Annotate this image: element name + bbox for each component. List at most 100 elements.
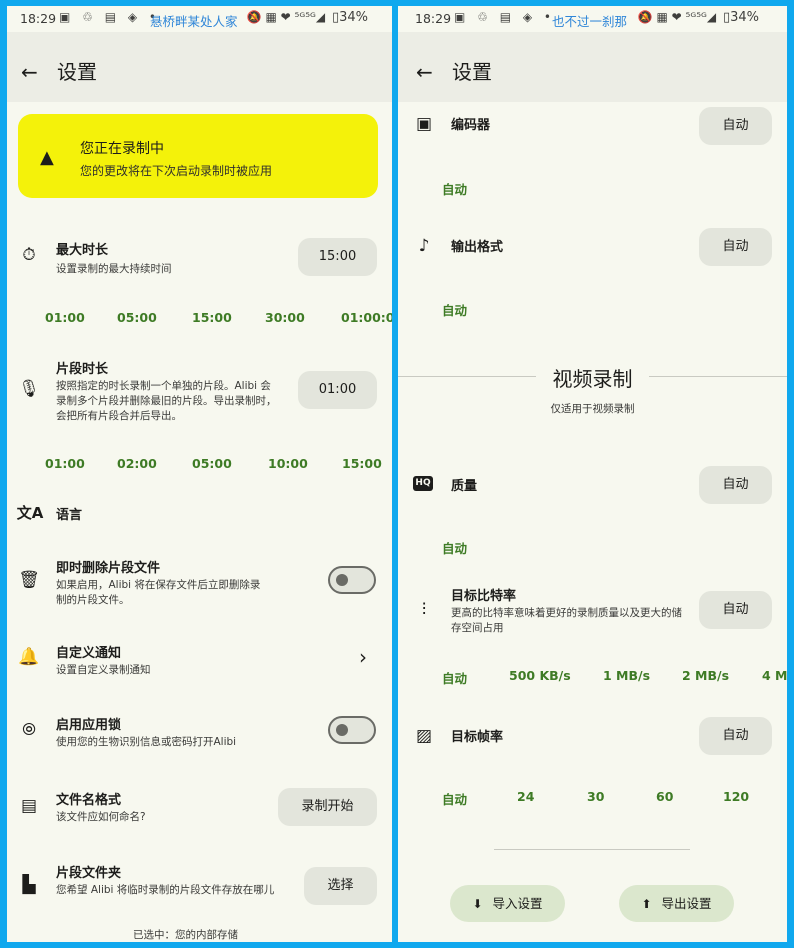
hq-icon: HQ xyxy=(413,476,433,491)
segment-duration-chip-4[interactable]: 10:00 xyxy=(268,456,308,471)
trash-icon: 🗑 xyxy=(18,570,40,590)
notification-icons: ▣ ♲ ▤ ◈ • xyxy=(59,10,160,24)
bell-icon: 🔔 xyxy=(18,647,40,667)
microphone-icon: 🎙 xyxy=(18,379,40,399)
filename-format-title: 文件名格式 xyxy=(56,793,122,808)
max-duration-chip-4[interactable]: 30:00 xyxy=(265,310,305,325)
chevron-right-icon: › xyxy=(359,645,367,669)
fps-chip-auto[interactable]: 自动 xyxy=(442,789,467,808)
segment-folder-desc: 您希望 Alibi 将临时录制的片段文件存放在哪儿 xyxy=(56,884,275,896)
banner-subtitle: 您的更改将在下次启动录制时被应用 xyxy=(80,164,273,178)
system-icons: 🔕 ▦ ❤ ⁵ᴳ⁵ᴳ◢ xyxy=(246,10,326,24)
download-icon: ⬇ xyxy=(472,897,483,911)
export-settings-button[interactable]: ⬆ 导出设置 xyxy=(619,885,734,922)
bitrate-chip-500kb[interactable]: 500 KB/s xyxy=(509,668,571,683)
stopwatch-icon: ⏱ xyxy=(22,245,36,265)
left-screen: 18:29 ▣ ♲ ▤ ◈ • 悬桥畔某处人家 🔕 ▦ ❤ ⁵ᴳ⁵ᴳ◢ ▯34%… xyxy=(7,6,392,942)
filename-format-button[interactable]: 录制开始 xyxy=(278,788,377,826)
status-ticker: 悬桥畔某处人家 xyxy=(150,14,238,29)
delete-segments-title: 即时删除片段文件 xyxy=(56,561,161,576)
output-format-chip-auto[interactable]: 自动 xyxy=(442,300,467,319)
fps-chip-30[interactable]: 30 xyxy=(587,789,604,804)
segment-duration-chip-5[interactable]: 15:00 xyxy=(342,456,382,471)
app-bar: ← 设置 xyxy=(398,32,787,102)
encoder-chip-auto[interactable]: 自动 xyxy=(442,179,467,198)
status-bar: 18:29 ▣ ♲ ▤ ◈ • 悬桥畔某处人家 🔕 ▦ ❤ ⁵ᴳ⁵ᴳ◢ ▯34% xyxy=(7,6,392,32)
fingerprint-icon: ⦾ xyxy=(22,720,36,740)
quality-button[interactable]: 自动 xyxy=(699,466,772,504)
right-screen: 18:29 ▣ ♲ ▤ ◈ • 也不过一刹那 🔕 ▦ ❤ ⁵ᴳ⁵ᴳ◢ ▯34% … xyxy=(398,6,787,942)
delete-segments-desc: 如果启用，Alibi 将在保存文件后立即删除录制的片段文件。 xyxy=(56,579,261,606)
upload-icon: ⬆ xyxy=(641,897,652,911)
sliders-icon: ⫶ xyxy=(421,600,427,620)
delete-segments-toggle[interactable] xyxy=(328,566,376,594)
import-settings-button[interactable]: ⬇ 导入设置 xyxy=(450,885,565,922)
fps-chip-120[interactable]: 120 xyxy=(723,789,749,804)
custom-notification-desc: 设置自定义录制通知 xyxy=(56,664,151,676)
target-bitrate-button[interactable]: 自动 xyxy=(699,591,772,629)
system-status-icons: 🔕 ▦ ❤ ⁵ᴳ⁵ᴳ◢ ▯34% xyxy=(638,10,759,25)
bottom-divider xyxy=(494,849,690,850)
export-settings-label: 导出设置 xyxy=(661,896,712,911)
back-arrow-icon[interactable]: ← xyxy=(21,62,38,82)
bitrate-chip-4mb[interactable]: 4 M xyxy=(762,668,787,683)
status-time: 18:29 xyxy=(20,11,57,26)
app-bar: ← 设置 xyxy=(7,32,392,102)
battery-indicator: ▯34% xyxy=(331,10,368,25)
toggle-knob xyxy=(336,574,348,586)
file-icon: ▙ xyxy=(22,875,36,895)
quality-title: 质量 xyxy=(451,479,478,494)
filename-format-desc: 该文件应如何命名? xyxy=(56,811,146,823)
max-duration-button[interactable]: 15:00 xyxy=(298,238,377,276)
segment-folder-button[interactable]: 选择 xyxy=(304,867,377,905)
document-icon: ▤ xyxy=(20,796,38,816)
segment-duration-desc: 按照指定的时长录制一个单独的片段。Alibi 会录制多个片段并删除最旧的片段。导… xyxy=(56,380,277,422)
back-arrow-icon[interactable]: ← xyxy=(416,62,433,82)
language-title: 语言 xyxy=(56,508,83,523)
status-bar: 18:29 ▣ ♲ ▤ ◈ • 也不过一刹那 🔕 ▦ ❤ ⁵ᴳ⁵ᴳ◢ ▯34% xyxy=(398,6,787,32)
fps-chip-24[interactable]: 24 xyxy=(517,789,534,804)
settings-list[interactable]: ▲ 您正在录制中 您的更改将在下次启动录制时被应用 ⏱ 最大时长 设置录制的最大… xyxy=(7,102,392,942)
encoder-button[interactable]: 自动 xyxy=(699,107,772,145)
system-status-icons: 🔕 ▦ ❤ ⁵ᴳ⁵ᴳ◢ ▯34% xyxy=(247,10,368,25)
output-format-button[interactable]: 自动 xyxy=(699,228,772,266)
max-duration-chip-5[interactable]: 01:00:00 xyxy=(341,310,392,325)
status-time: 18:29 xyxy=(415,11,452,26)
app-lock-title: 启用应用锁 xyxy=(56,718,122,733)
output-format-title: 输出格式 xyxy=(451,240,504,255)
banner-title: 您正在录制中 xyxy=(80,141,164,157)
notification-icons: ▣ ♲ ▤ ◈ • xyxy=(454,10,555,24)
app-lock-toggle[interactable] xyxy=(328,716,376,744)
battery-indicator: ▯34% xyxy=(722,10,759,25)
bitrate-chip-1mb[interactable]: 1 MB/s xyxy=(603,668,650,683)
segment-folder-title: 片段文件夹 xyxy=(56,866,122,881)
bitrate-chip-2mb[interactable]: 2 MB/s xyxy=(682,668,729,683)
warning-icon: ▲ xyxy=(40,147,54,168)
segment-duration-chip-2[interactable]: 02:00 xyxy=(117,456,157,471)
max-duration-title: 最大时长 xyxy=(56,243,109,258)
target-fps-button[interactable]: 自动 xyxy=(699,717,772,755)
video-section-subtitle: 仅适用于视频录制 xyxy=(550,403,635,415)
target-bitrate-title: 目标比特率 xyxy=(451,589,517,604)
custom-notification-title: 自定义通知 xyxy=(56,646,122,661)
recording-banner: ▲ 您正在录制中 您的更改将在下次启动录制时被应用 xyxy=(18,114,378,198)
settings-list[interactable]: ▣ 编码器 自动 自动 ♪ 输出格式 自动 自动 视频录制 仅适用于视频录制 H… xyxy=(398,102,787,942)
app-lock-desc: 使用您的生物识别信息或密码打开Alibi xyxy=(56,736,237,748)
bitrate-chip-auto[interactable]: 自动 xyxy=(442,668,467,687)
target-fps-title: 目标帧率 xyxy=(451,730,504,745)
segment-duration-chip-3[interactable]: 05:00 xyxy=(192,456,232,471)
segment-duration-title: 片段时长 xyxy=(56,362,109,377)
max-duration-chip-3[interactable]: 15:00 xyxy=(192,310,232,325)
max-duration-chip-1[interactable]: 01:00 xyxy=(45,310,85,325)
toggle-knob xyxy=(336,724,348,736)
segment-duration-button[interactable]: 01:00 xyxy=(298,371,377,409)
music-file-icon: ♪ xyxy=(418,236,430,256)
max-duration-desc: 设置录制的最大持续时间 xyxy=(56,263,172,275)
quality-chip-auto[interactable]: 自动 xyxy=(442,538,467,557)
import-settings-label: 导入设置 xyxy=(492,896,543,911)
max-duration-chip-2[interactable]: 05:00 xyxy=(117,310,157,325)
fps-chip-60[interactable]: 60 xyxy=(656,789,673,804)
page-title: 设置 xyxy=(57,60,97,84)
segment-duration-chip-1[interactable]: 01:00 xyxy=(45,456,85,471)
status-ticker: 也不过一刹那 xyxy=(552,14,628,29)
